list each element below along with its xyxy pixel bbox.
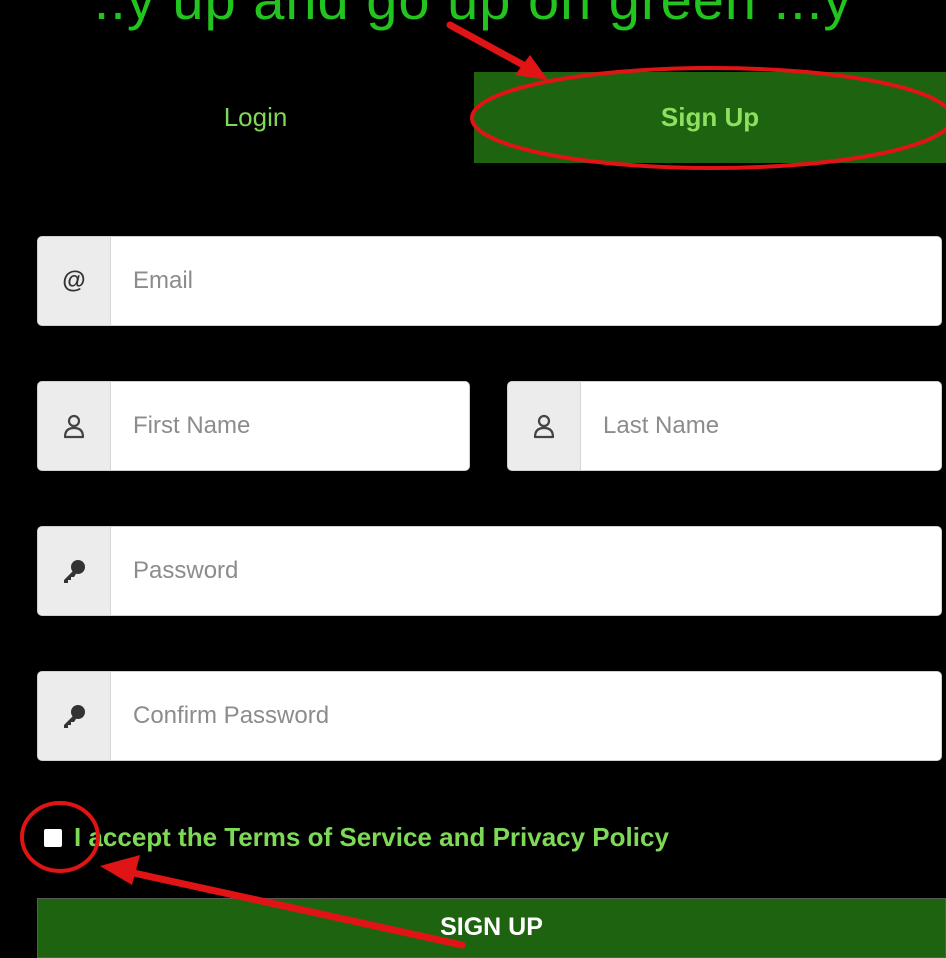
terms-checkbox[interactable]	[44, 828, 62, 847]
confirm-password-field-group	[37, 671, 942, 761]
sign-up-button[interactable]: SIGN UP	[37, 898, 946, 958]
last-name-input[interactable]	[581, 382, 941, 470]
tab-login-label: Login	[223, 102, 288, 132]
user-icon	[508, 382, 581, 470]
tab-login[interactable]: Login	[37, 72, 474, 163]
key-icon	[38, 672, 111, 760]
terms-label: I accept the Terms of Service and Privac…	[74, 822, 669, 852]
first-name-input[interactable]	[111, 382, 469, 470]
email-field-group: @	[37, 236, 942, 326]
password-input[interactable]	[111, 527, 941, 615]
annotation-arrowhead-bottom	[100, 855, 140, 885]
password-field-group	[37, 526, 942, 616]
terms-row: I accept the Terms of Service and Privac…	[44, 822, 669, 853]
first-name-field-group	[37, 381, 470, 471]
at-icon: @	[38, 237, 111, 325]
tab-sign-up-label: Sign Up	[660, 102, 760, 132]
user-icon	[38, 382, 111, 470]
key-icon	[38, 527, 111, 615]
confirm-password-input[interactable]	[111, 672, 941, 760]
page-banner: ..y up and go up on green ...y	[0, 0, 946, 40]
last-name-field-group	[507, 381, 942, 471]
sign-up-button-label: SIGN UP	[440, 913, 543, 941]
tab-sign-up[interactable]: Sign Up	[474, 72, 946, 163]
email-input[interactable]	[111, 237, 941, 325]
